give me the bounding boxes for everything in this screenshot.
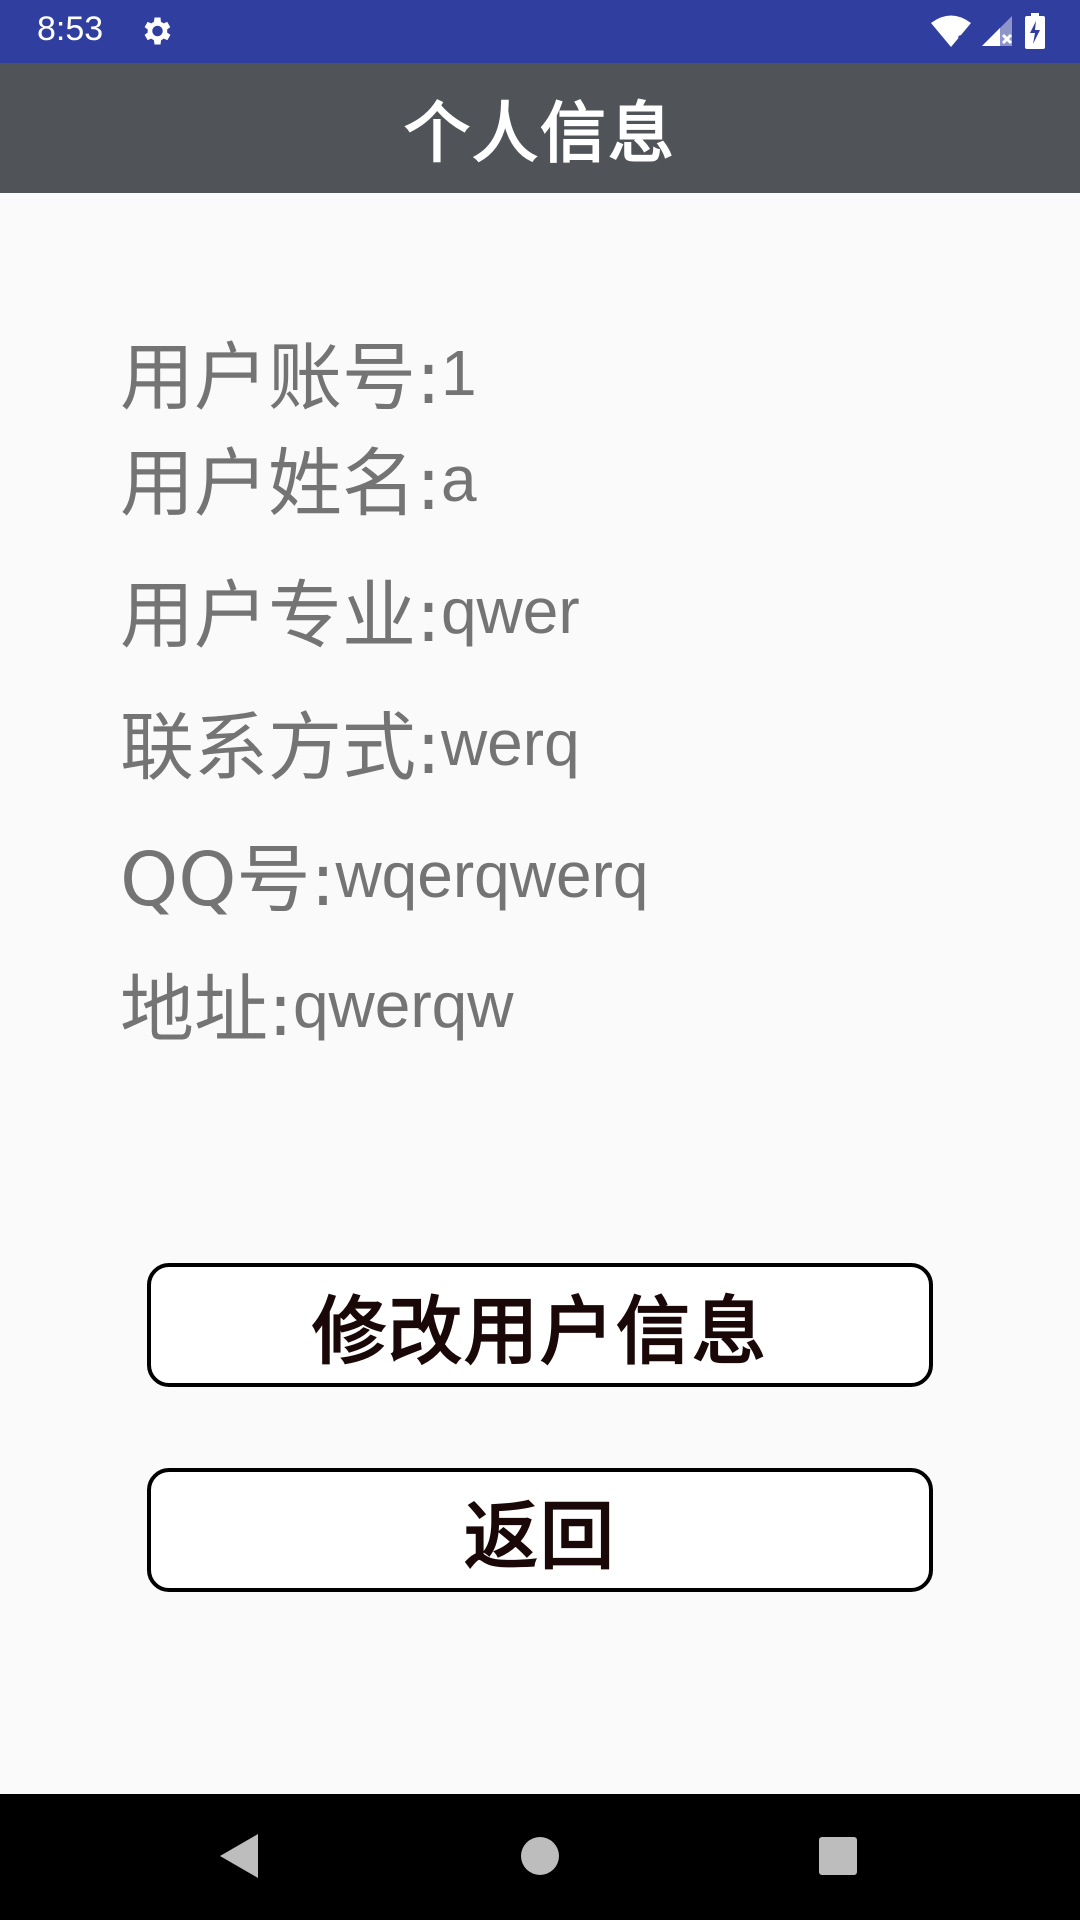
status-time: 8:53 (37, 10, 104, 48)
info-value: 1 (440, 337, 477, 409)
info-row-major: 用户专业:qwer (120, 556, 580, 663)
info-row-contact: 联系方式:werq (120, 688, 580, 795)
cell-signal-icon (982, 16, 1013, 46)
info-value: wqerqwerq (335, 839, 649, 911)
info-row-address: 地址:qwerqw (120, 950, 513, 1057)
info-label: 用户姓名: (120, 441, 441, 527)
app-bar: 个人信息 (0, 63, 1080, 193)
battery-icon (1025, 13, 1045, 49)
info-value: a (440, 443, 477, 515)
settings-gear-icon (144, 17, 171, 45)
info-value: werq (440, 707, 580, 779)
info-label: QQ号: (120, 837, 336, 923)
status-icons (930, 12, 1046, 50)
wifi-icon (931, 15, 971, 47)
nav-recents-icon[interactable] (818, 1832, 858, 1880)
system-nav-bar (0, 1794, 1080, 1920)
info-label: 地址: (120, 967, 293, 1053)
info-label: 联系方式: (120, 705, 441, 791)
info-row-name: 用户姓名:a (120, 424, 477, 531)
back-button[interactable]: 返回 (147, 1468, 933, 1592)
info-row-qq: QQ号:wqerqwerq (120, 820, 648, 927)
edit-user-info-button[interactable]: 修改用户信息 (147, 1263, 933, 1387)
info-row-account: 用户账号:1 (120, 318, 477, 425)
nav-back-icon[interactable] (218, 1832, 260, 1880)
info-value: qwer (440, 575, 580, 647)
info-value: qwerqw (292, 969, 514, 1041)
status-bar: 8:53 (0, 0, 1080, 63)
info-label: 用户专业: (120, 573, 441, 659)
nav-home-icon[interactable] (520, 1832, 560, 1880)
info-label: 用户账号: (120, 335, 441, 421)
page-title: 个人信息 (404, 95, 676, 172)
